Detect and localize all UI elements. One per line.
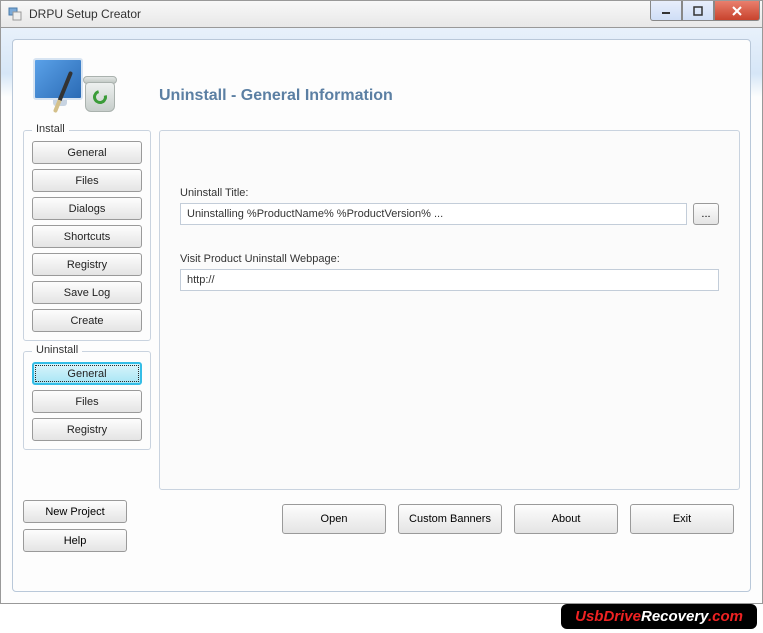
uninstall-group: Uninstall General Files Registry (23, 351, 151, 450)
sidebar-install-files[interactable]: Files (32, 169, 142, 192)
recycle-bin-icon (83, 74, 117, 114)
webpage-label: Visit Product Uninstall Webpage: (180, 253, 719, 265)
content-panel: Uninstall Title: ... Visit Product Unins… (159, 130, 740, 490)
help-button[interactable]: Help (23, 529, 127, 552)
header-graphic (29, 52, 119, 122)
sidebar-install-registry[interactable]: Registry (32, 253, 142, 276)
minimize-button[interactable] (650, 1, 682, 21)
sidebar-install-general[interactable]: General (32, 141, 142, 164)
header: Uninstall - General Information (23, 48, 740, 126)
window-body: Uninstall - General Information Install … (0, 28, 763, 604)
page-title: Uninstall - General Information (159, 87, 393, 105)
uninstall-legend: Uninstall (32, 344, 82, 356)
close-button[interactable] (714, 1, 760, 21)
sidebar-install-dialogs[interactable]: Dialogs (32, 197, 142, 220)
sidebar: Install General Files Dialogs Shortcuts … (23, 130, 159, 490)
sidebar-install-shortcuts[interactable]: Shortcuts (32, 225, 142, 248)
open-button[interactable]: Open (282, 504, 386, 534)
maximize-button[interactable] (682, 1, 714, 21)
bottom-bar: New Project Help Open Custom Banners Abo… (23, 500, 740, 552)
app-icon (7, 6, 23, 22)
custom-banners-button[interactable]: Custom Banners (398, 504, 502, 534)
sidebar-install-savelog[interactable]: Save Log (32, 281, 142, 304)
titlebar[interactable]: DRPU Setup Creator (0, 0, 763, 28)
install-legend: Install (32, 123, 69, 135)
uninstall-title-label: Uninstall Title: (180, 187, 719, 199)
sidebar-uninstall-general[interactable]: General (32, 362, 142, 385)
browse-title-button[interactable]: ... (693, 203, 719, 225)
main-frame: Uninstall - General Information Install … (12, 39, 751, 592)
webpage-input[interactable] (180, 269, 719, 291)
sidebar-install-create[interactable]: Create (32, 309, 142, 332)
watermark: UsbDriveRecovery.com (561, 604, 757, 629)
monitor-icon (33, 58, 83, 100)
window-controls (650, 1, 760, 21)
uninstall-title-input[interactable] (180, 203, 687, 225)
window-title: DRPU Setup Creator (29, 7, 141, 21)
sidebar-uninstall-files[interactable]: Files (32, 390, 142, 413)
new-project-button[interactable]: New Project (23, 500, 127, 523)
exit-button[interactable]: Exit (630, 504, 734, 534)
sidebar-uninstall-registry[interactable]: Registry (32, 418, 142, 441)
install-group: Install General Files Dialogs Shortcuts … (23, 130, 151, 341)
about-button[interactable]: About (514, 504, 618, 534)
